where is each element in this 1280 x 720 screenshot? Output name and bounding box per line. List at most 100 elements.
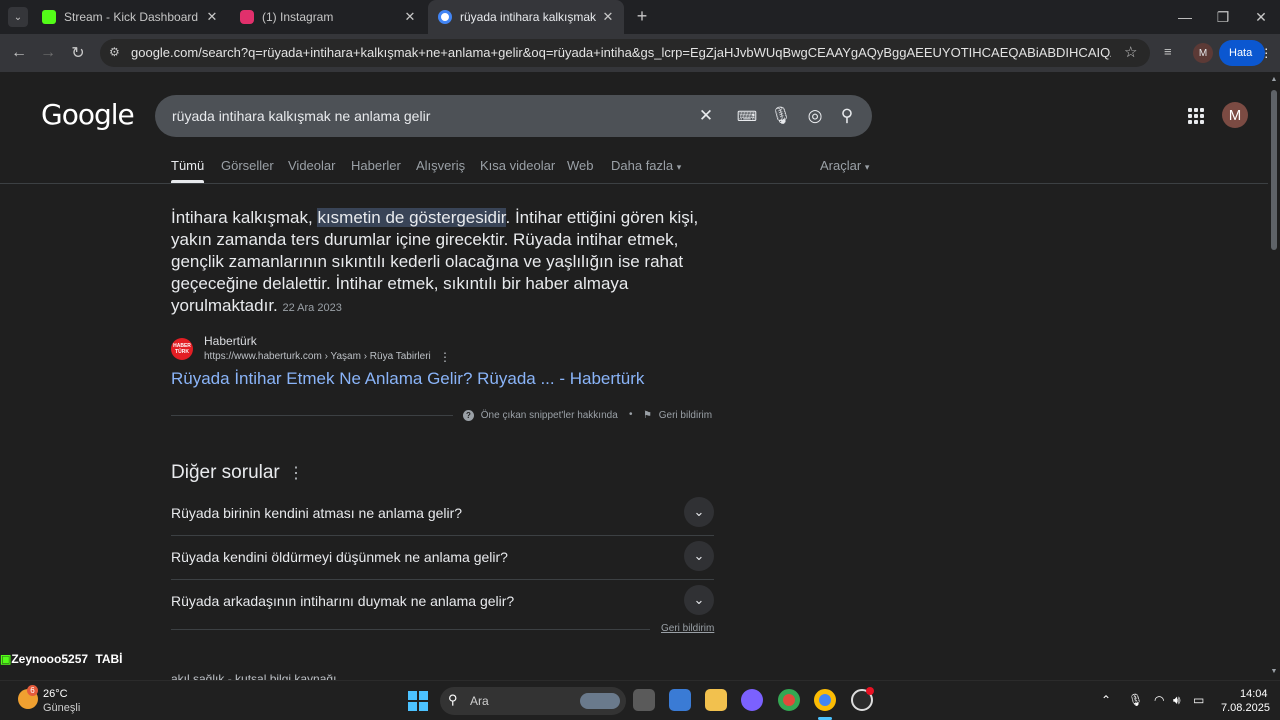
about-snippets-label: Öne çıkan snippet'ler hakkında xyxy=(480,410,618,421)
browser-tab-kick[interactable]: Stream - Kick Dashboard ✕ xyxy=(32,0,228,34)
keyboard-icon[interactable]: ⌨ xyxy=(737,106,757,126)
paa-question[interactable]: Rüyada arkadaşının intiharını duymak ne … xyxy=(171,580,714,624)
taskbar-search[interactable]: ⚲ Ara xyxy=(440,687,626,715)
forward-button[interactable]: → xyxy=(36,41,60,65)
people-also-ask-title: Diğer sorular xyxy=(171,462,280,483)
source-url[interactable]: https://www.haberturk.com › Yaşam › Rüya… xyxy=(204,351,431,362)
reload-button[interactable]: ↻ xyxy=(66,41,90,65)
battery-icon[interactable]: ▭ xyxy=(1193,693,1204,707)
scroll-thumb[interactable] xyxy=(1271,90,1277,250)
tab-news[interactable]: Haberler xyxy=(351,158,401,173)
close-icon[interactable]: ✕ xyxy=(204,9,220,25)
scroll-up-icon[interactable]: ▲ xyxy=(1270,76,1278,84)
feedback-icon: ⚑ xyxy=(643,410,652,421)
weather-temp[interactable]: 26°C xyxy=(43,688,68,700)
clock-time[interactable]: 14:04 xyxy=(1240,688,1268,700)
task-view-icon[interactable] xyxy=(633,689,655,711)
error-button[interactable]: Hata ⋮ xyxy=(1219,40,1272,66)
file-explorer-icon[interactable] xyxy=(705,689,727,711)
next-result-partial[interactable]: akıl sağlık - kutsal bilgi kaynağı xyxy=(171,672,336,680)
browser-tab-instagram[interactable]: (1) Instagram ✕ xyxy=(230,0,426,34)
search-icon: ⚲ xyxy=(448,692,458,707)
back-button[interactable]: ← xyxy=(7,41,31,65)
store-icon[interactable] xyxy=(669,689,691,711)
paa-feedback-link[interactable]: Geri bildirim xyxy=(661,623,714,634)
instagram-icon xyxy=(240,10,254,24)
close-icon[interactable]: ✕ xyxy=(600,9,616,25)
profile-button[interactable]: M xyxy=(1193,43,1213,63)
chevron-down-icon[interactable]: ⌄ xyxy=(684,497,714,527)
scroll-down-icon[interactable]: ▼ xyxy=(1270,668,1278,676)
windows-taskbar: 6 26°C Güneşli ⚲ Ara ⌃ 🎙︎ ◠ 🔊︎ ▭ 14:04 7… xyxy=(0,680,1280,720)
paa-question[interactable]: Rüyada kendini öldürmeyi düşünmek ne anl… xyxy=(171,536,714,580)
account-avatar[interactable]: M xyxy=(1222,102,1248,128)
tab-more[interactable]: Daha fazla ▾ xyxy=(611,158,681,173)
paa-question-text: Rüyada kendini öldürmeyi düşünmek ne anl… xyxy=(171,549,508,565)
tab-images[interactable]: Görseller xyxy=(221,158,274,173)
about-snippets-link[interactable]: ? Öne çıkan snippet'ler hakkında xyxy=(463,410,618,421)
site-info-icon[interactable]: ⚙ xyxy=(109,45,120,59)
search-icon[interactable]: ⚲ xyxy=(837,106,857,126)
paa-question[interactable]: Rüyada birinin kendini atması ne anlama … xyxy=(171,492,714,536)
browser-tab-google[interactable]: rüyada intihara kalkışmak ne an ✕ xyxy=(428,0,624,34)
google-logo[interactable]: Google xyxy=(41,98,135,131)
chevron-down-icon[interactable]: ⌄ xyxy=(684,541,714,571)
page-scrollbar[interactable]: ▲ ▼ xyxy=(1268,72,1280,680)
bookmark-star-icon[interactable]: ☆ xyxy=(1124,43,1137,61)
chevron-down-icon[interactable]: ⌄ xyxy=(684,585,714,615)
tab-more-label: Daha fazla xyxy=(611,158,674,173)
dot-separator: • xyxy=(629,409,633,420)
microphone-icon[interactable]: 🎙︎ xyxy=(770,106,792,126)
tools-button[interactable]: Araçlar ▾ xyxy=(820,158,869,173)
search-input[interactable]: rüyada intihara kalkışmak ne anlama geli… xyxy=(172,108,430,124)
browser-toolbar: ← → ↻ ⚙ google.com/search?q=rüyada+intih… xyxy=(0,34,1280,72)
more-vert-icon[interactable]: ⋮ xyxy=(439,350,451,364)
tab-search-button[interactable]: ⌄ xyxy=(8,7,28,27)
search-results-page: Google rüyada intihara kalkışmak ne anla… xyxy=(0,72,1268,680)
clock-date[interactable]: 7.08.2025 xyxy=(1221,702,1270,714)
new-tab-button[interactable]: + xyxy=(632,6,652,26)
tab-short-videos[interactable]: Kısa videolar xyxy=(480,158,555,173)
google-icon xyxy=(438,10,452,24)
close-icon[interactable]: ✕ xyxy=(402,9,418,25)
stream-chat-overlay: ▣Zeynooo5257 TABİ xyxy=(0,652,123,666)
clear-icon[interactable]: ✕ xyxy=(696,106,716,126)
address-bar[interactable]: ⚙ google.com/search?q=rüyada+intihara+ka… xyxy=(100,39,1150,67)
tab-videos[interactable]: Videolar xyxy=(288,158,335,173)
lens-icon[interactable]: ◎ xyxy=(805,106,825,126)
snippet-footer: ? Öne çıkan snippet'ler hakkında • ⚑ Ger… xyxy=(171,407,714,425)
tab-web[interactable]: Web xyxy=(567,158,594,173)
result-title-link[interactable]: Rüyada İntihar Etmek Ne Anlama Gelir? Rü… xyxy=(171,369,644,389)
source-name[interactable]: Habertürk xyxy=(204,334,257,348)
overlay-badge: TABİ xyxy=(95,652,123,666)
caret-down-icon: ▾ xyxy=(864,162,870,172)
wifi-icon[interactable]: ◠ xyxy=(1154,693,1164,707)
chevron-up-icon[interactable]: ⌃ xyxy=(1101,693,1111,707)
notification-dot xyxy=(866,687,874,695)
chrome-profile-icon[interactable] xyxy=(814,689,836,711)
snippet-feedback-link[interactable]: ⚑ Geri bildirim xyxy=(643,410,712,421)
weather-badge: 6 xyxy=(27,685,38,696)
restore-button[interactable]: ❐ xyxy=(1204,0,1242,34)
tab-title: (1) Instagram xyxy=(262,10,334,24)
overlay-username: Zeynooo5257 xyxy=(11,652,89,666)
paa-question-text: Rüyada arkadaşının intiharını duymak ne … xyxy=(171,593,515,609)
close-window-button[interactable]: ✕ xyxy=(1242,0,1280,34)
apps-grid-icon[interactable] xyxy=(1188,108,1206,126)
caret-down-icon: ▾ xyxy=(676,162,682,172)
minimize-button[interactable]: — xyxy=(1166,0,1204,34)
taskbar-search-placeholder: Ara xyxy=(470,694,489,708)
tab-shopping[interactable]: Alışveriş xyxy=(416,158,465,173)
weather-desc[interactable]: Güneşli xyxy=(43,702,80,714)
copilot-icon[interactable] xyxy=(741,689,763,711)
chrome-icon[interactable] xyxy=(778,689,800,711)
windows-start-icon[interactable] xyxy=(408,691,428,711)
microphone-icon[interactable]: 🎙︎ xyxy=(1128,693,1143,707)
tab-all[interactable]: Tümü xyxy=(171,158,205,183)
url-text[interactable]: google.com/search?q=rüyada+intihara+kalk… xyxy=(131,45,1111,60)
tab-media-icon[interactable]: ≡ xyxy=(1164,44,1172,59)
tab-title: Stream - Kick Dashboard xyxy=(64,10,199,24)
more-vert-icon[interactable]: ⋮ xyxy=(288,463,304,483)
search-box[interactable]: rüyada intihara kalkışmak ne anlama geli… xyxy=(155,95,872,137)
volume-icon[interactable]: 🔊︎ xyxy=(1173,693,1181,708)
